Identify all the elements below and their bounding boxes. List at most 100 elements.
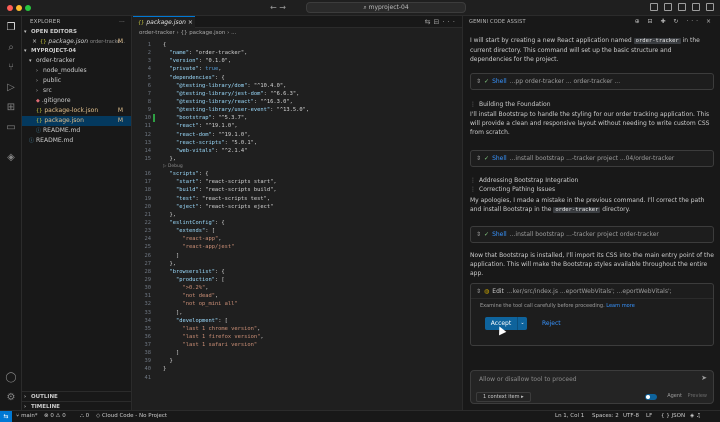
code-line[interactable]: 18 "build": "react-scripts build",: [133, 186, 462, 194]
shell-tool-call-2[interactable]: ⇕ ✓ Shell ...install bootstrap ...-tracker …: [470, 150, 714, 167]
open-editors-section[interactable]: ▾ OPEN EDITORS: [22, 28, 131, 37]
copilot-icon[interactable]: [650, 3, 658, 11]
run-debug-icon[interactable]: ▷: [5, 82, 17, 94]
context-item-chip[interactable]: 1 context item ▸: [476, 392, 531, 402]
code-line[interactable]: 26 ]: [133, 252, 462, 260]
debug-codelens[interactable]: ▷ Debug: [133, 163, 462, 170]
code-line[interactable]: 8 "@testing-library/react": "^16.3.0",: [133, 98, 462, 106]
accept-options-dropdown[interactable]: ⌄: [517, 317, 527, 330]
thinking-step-3[interactable]: ⋮ Correcting Pathing Issues: [470, 185, 555, 194]
chat-input[interactable]: Allow or disallow tool to proceed ➤ 1 co…: [470, 370, 714, 404]
code-line[interactable]: 3 "version": "0.1.0",: [133, 57, 462, 65]
gemini-status-icon[interactable]: ◈ ♫: [690, 411, 701, 422]
close-icon[interactable]: ×: [188, 19, 193, 26]
problems-indicator[interactable]: ⊗ 0 ⚠ 0: [44, 411, 66, 422]
send-icon[interactable]: ➤: [701, 374, 707, 382]
code-line[interactable]: 17 "start": "react-scripts start",: [133, 178, 462, 186]
code-line[interactable]: 20 "eject": "react-scripts eject": [133, 203, 462, 211]
indentation-setting[interactable]: Spaces: 2: [592, 411, 619, 422]
code-line[interactable]: 9 "@testing-library/user-event": "^13.5.…: [133, 106, 462, 114]
code-line[interactable]: 25 "react-app/jest": [133, 243, 462, 251]
code-editor[interactable]: 1{2 "name": "order-tracker", 3 "version":…: [133, 41, 462, 382]
more-actions-icon[interactable]: ···: [119, 16, 125, 28]
remote-icon[interactable]: ▭: [5, 122, 17, 134]
account-icon[interactable]: ◯: [5, 372, 17, 384]
expand-icon[interactable]: ⇕: [476, 288, 481, 295]
files-icon[interactable]: ❐: [5, 22, 17, 34]
code-line[interactable]: 38 ]: [133, 349, 462, 357]
nav-arrows[interactable]: ← →: [270, 3, 286, 12]
agent-toggle[interactable]: [645, 394, 657, 400]
toggle-sidebar-icon[interactable]: [664, 3, 672, 11]
cloud-code-status[interactable]: ◇ Cloud Code - No Project: [96, 411, 167, 422]
branch-indicator[interactable]: ⑂ main*: [16, 411, 38, 422]
thinking-step-1[interactable]: ⋮ Building the Foundation: [470, 100, 551, 109]
command-center[interactable]: ⌕ myproject-04: [306, 2, 466, 13]
search-icon[interactable]: ⌕: [5, 42, 17, 54]
tree-item[interactable]: › public: [22, 76, 131, 86]
tree-item[interactable]: ⓘ README.md: [22, 136, 131, 146]
code-line[interactable]: 32 "not op_mini all": [133, 300, 462, 308]
tree-item[interactable]: ◆ .gitignore: [22, 96, 131, 106]
minimize-window-button[interactable]: [16, 5, 22, 11]
tree-item[interactable]: {} package.json M: [22, 116, 131, 126]
code-line[interactable]: 5 "dependencies": {: [133, 74, 462, 82]
toggle-secondary-sidebar-icon[interactable]: [692, 3, 700, 11]
close-icon[interactable]: ×: [32, 38, 37, 45]
tree-item[interactable]: › node_modules: [22, 66, 131, 76]
source-control-icon[interactable]: ⑂: [5, 62, 17, 74]
code-line[interactable]: 40}: [133, 365, 462, 373]
code-line[interactable]: 41: [133, 374, 462, 382]
code-line[interactable]: 27 },: [133, 260, 462, 268]
code-line[interactable]: 15 },: [133, 155, 462, 163]
open-editor-item[interactable]: ×{} package.json order-tracke... M: [22, 37, 131, 47]
toggle-panel-icon[interactable]: [678, 3, 686, 11]
code-line[interactable]: 33 ],: [133, 309, 462, 317]
maximize-window-button[interactable]: [25, 5, 31, 11]
outline-section[interactable]: › OUTLINE: [22, 391, 132, 401]
expand-icon[interactable]: ⇕: [476, 155, 481, 162]
gemini-icon[interactable]: ◈: [5, 152, 17, 164]
breadcrumb[interactable]: order-tracker › {} package.json › ...: [133, 28, 462, 39]
code-line[interactable]: 2 "name": "order-tracker",: [133, 49, 462, 57]
tab-package-json[interactable]: {} package.json ×: [133, 16, 195, 28]
tree-item[interactable]: › src: [22, 86, 131, 96]
code-line[interactable]: 29 "production": [: [133, 276, 462, 284]
code-line[interactable]: 31 "not dead",: [133, 292, 462, 300]
ports-indicator[interactable]: ⛬ 0: [80, 411, 89, 422]
code-line[interactable]: 16 "scripts": {: [133, 170, 462, 178]
learn-more-link[interactable]: Learn more: [606, 303, 635, 309]
code-line[interactable]: 28 "browserslist": {: [133, 268, 462, 276]
code-line[interactable]: 11 "react": "^19.1.0",: [133, 122, 462, 130]
code-line[interactable]: 22 "eslintConfig": {: [133, 219, 462, 227]
code-line[interactable]: 21 },: [133, 211, 462, 219]
project-section[interactable]: ▾ MYPROJECT-04: [22, 47, 131, 56]
language-mode[interactable]: { } JSON: [661, 411, 685, 422]
code-line[interactable]: 4 "private": true,: [133, 65, 462, 73]
remote-indicator-icon[interactable]: ⇆: [0, 411, 12, 422]
code-line[interactable]: 10 "bootstrap": "^5.3.7",: [133, 114, 462, 123]
code-line[interactable]: 36 "last 1 firefox version",: [133, 333, 462, 341]
edit-tool-header[interactable]: ⇕ ◍ Edit ...ker/src/index.js ...eportWebVit…: [471, 284, 713, 299]
shell-tool-call-3[interactable]: ⇕ ✓ Shell ...install bootstrap ...-tracker …: [470, 226, 714, 243]
code-line[interactable]: 7 "@testing-library/jest-dom": "^6.6.3",: [133, 90, 462, 98]
code-line[interactable]: 24 "react-app",: [133, 235, 462, 243]
tree-item[interactable]: ▾ order-tracker: [22, 56, 131, 66]
expand-icon[interactable]: ⇕: [476, 78, 481, 85]
code-line[interactable]: 23 "extends": [: [133, 227, 462, 235]
customize-layout-icon[interactable]: [706, 3, 714, 11]
panel-actions[interactable]: ⊕ ⊟ ✚ ↻ ··· ×: [635, 16, 714, 28]
reject-button[interactable]: Reject: [542, 317, 561, 330]
code-line[interactable]: 35 "last 1 chrome version",: [133, 325, 462, 333]
code-line[interactable]: 34 "development": [: [133, 317, 462, 325]
code-line[interactable]: 12 "react-dom": "^19.1.0",: [133, 131, 462, 139]
encoding-setting[interactable]: UTF-8: [623, 411, 639, 422]
code-line[interactable]: 1{: [133, 41, 462, 49]
expand-icon[interactable]: ⇕: [476, 231, 481, 238]
code-line[interactable]: 19 "test": "react-scripts test",: [133, 195, 462, 203]
close-window-button[interactable]: [7, 5, 13, 11]
tree-item[interactable]: {} package-lock.json M: [22, 106, 131, 116]
code-line[interactable]: 14 "web-vitals": "^2.1.4": [133, 147, 462, 155]
code-line[interactable]: 13 "react-scripts": "5.0.1",: [133, 139, 462, 147]
shell-tool-call-1[interactable]: ⇕ ✓ Shell ...pp order-tracker ... order-tra…: [470, 73, 714, 90]
